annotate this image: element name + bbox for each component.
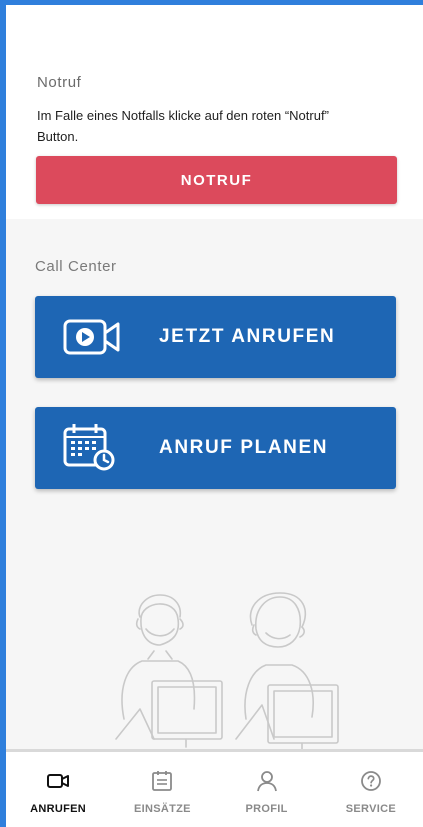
nav-item-service[interactable]: SERVICE [319,752,423,827]
call-now-label: JETZT ANRUFEN [159,326,336,347]
nav-label-einsaetze: EINSÄTZE [133,803,191,815]
user-icon [256,771,277,792]
nav-label-service: SERVICE [345,803,396,815]
calendar-clock-icon [63,424,115,471]
nav-label-anrufen: ANRUFEN [30,803,87,815]
clipboard-list-icon [152,771,173,791]
call-center-section: Call Center JETZT ANRUFEN ANRUF PLANEN [6,219,423,749]
video-camera-icon [47,774,70,788]
nav-item-einsaetze[interactable]: EINSÄTZE [110,752,214,827]
nav-label-profil: PROFIL [245,803,288,815]
call-center-agents-illustration [115,592,339,749]
emergency-heading: Notruf [37,74,82,91]
video-camera-icon [63,319,120,355]
emergency-section: Notruf Im Falle eines Notfalls klicke au… [6,5,423,219]
call-now-button[interactable]: JETZT ANRUFEN [35,296,396,378]
help-circle-icon [360,771,381,791]
schedule-call-button[interactable]: ANRUF PLANEN [35,407,396,489]
bottom-navigation: ANRUFEN EINSÄTZE PROFIL SERVICE [6,752,423,827]
call-center-heading: Call Center [35,258,117,275]
notruf-button[interactable]: NOTRUF [36,156,397,204]
emergency-description: Im Falle eines Notfalls klicke auf den r… [37,108,329,144]
nav-item-profil[interactable]: PROFIL [215,752,319,827]
schedule-call-label: ANRUF PLANEN [159,437,329,458]
nav-item-anrufen[interactable]: ANRUFEN [6,752,110,827]
